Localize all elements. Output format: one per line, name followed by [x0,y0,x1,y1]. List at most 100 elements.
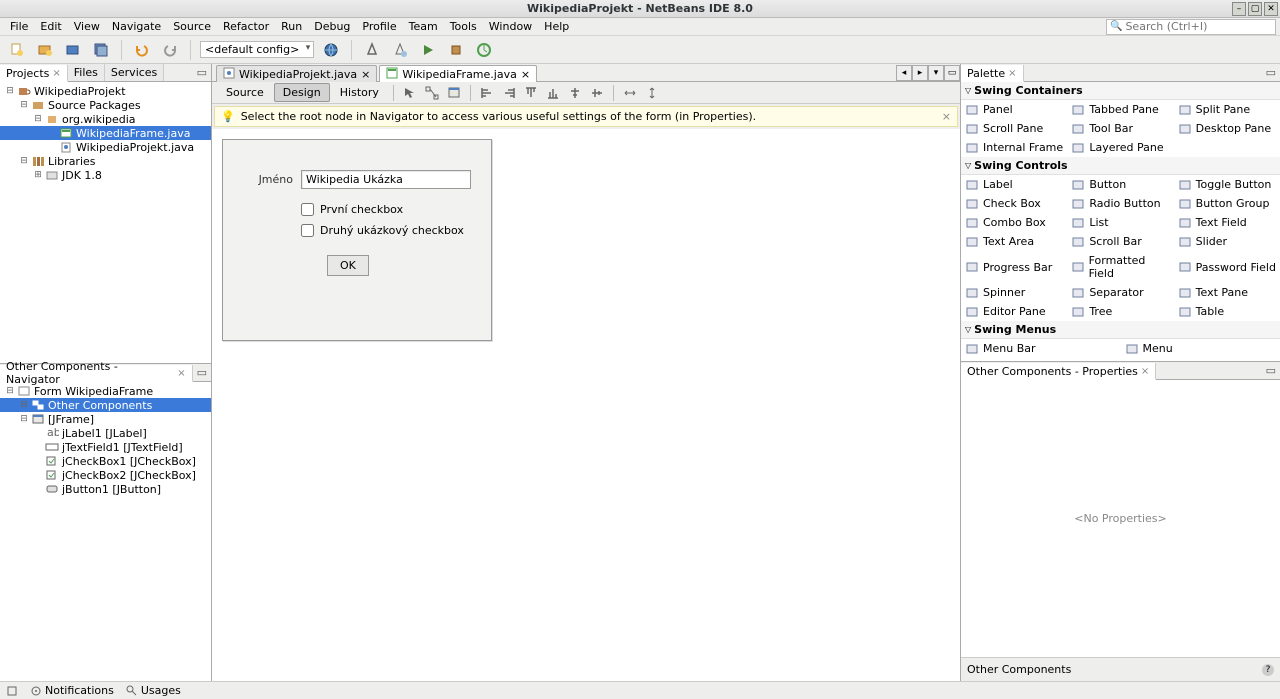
close-icon[interactable]: × [361,68,370,81]
palette-item[interactable]: Slider [1174,232,1280,251]
nav-jframe[interactable]: ⊟[JFrame] [0,412,211,426]
palette-item[interactable]: Editor Pane [961,302,1067,321]
undo-icon[interactable] [131,39,153,61]
nav-other-components[interactable]: ⊞Other Components [0,398,211,412]
tree-project-root[interactable]: ⊟WikipediaProjekt [0,84,211,98]
menu-run[interactable]: Run [275,18,308,35]
project-tree[interactable]: ⊟WikipediaProjekt ⊟Source Packages ⊟org.… [0,82,211,363]
minimize-panel-icon[interactable]: ▭ [1262,364,1280,377]
nav-max-icon[interactable]: ▭ [944,65,960,81]
menu-help[interactable]: Help [538,18,575,35]
tab-services[interactable]: Services [105,64,164,81]
preview-icon[interactable] [444,84,464,102]
tree-file-frame[interactable]: WikipediaFrame.java [0,126,211,140]
palette-item[interactable]: Scroll Pane [961,119,1067,138]
palette-item[interactable]: Split Pane [1174,100,1280,119]
minimize-button[interactable]: – [1232,2,1246,16]
close-hint-icon[interactable]: × [942,110,951,123]
palette-item[interactable]: Menu [1121,339,1280,358]
form-label[interactable]: Jméno [243,173,293,186]
design-canvas[interactable]: Jméno První checkbox Druhý ukázkový chec… [212,129,960,681]
nav-item[interactable]: jTextField1 [JTextField] [0,440,211,454]
editor-tab-frame[interactable]: WikipediaFrame.java× [379,65,537,82]
clean-build-icon[interactable] [389,39,411,61]
palette-item[interactable]: Radio Button [1067,194,1173,213]
nav-item[interactable]: jCheckBox2 [JCheckBox] [0,468,211,482]
palette-item[interactable]: Scroll Bar [1067,232,1173,251]
palette-section-menus[interactable]: ▽Swing Menus [961,321,1280,339]
menu-edit[interactable]: Edit [34,18,67,35]
align-top-icon[interactable] [521,84,541,102]
close-icon[interactable]: × [1141,366,1149,377]
palette-item[interactable]: Check Box [961,194,1067,213]
nav-next-icon[interactable]: ▸ [912,65,928,81]
tree-source-packages[interactable]: ⊟Source Packages [0,98,211,112]
tree-jdk[interactable]: ⊞JDK 1.8 [0,168,211,182]
checkbox-input[interactable] [301,224,314,237]
palette-section-controls[interactable]: ▽Swing Controls [961,157,1280,175]
selection-mode-icon[interactable] [400,84,420,102]
save-all-icon[interactable] [90,39,112,61]
global-search[interactable]: 🔍 [1106,19,1276,35]
close-icon[interactable]: × [52,68,60,79]
palette-item[interactable]: Progress Bar [961,251,1067,283]
palette-body[interactable]: ▽Swing Containers PanelTabbed PaneSplit … [961,82,1280,361]
align-bottom-icon[interactable] [543,84,563,102]
tab-properties[interactable]: Other Components - Properties× [961,363,1156,380]
form-checkbox-1[interactable]: První checkbox [301,203,471,216]
tree-package[interactable]: ⊟org.wikipedia [0,112,211,126]
close-icon[interactable]: × [177,368,185,379]
palette-section-containers[interactable]: ▽Swing Containers [961,82,1280,100]
palette-item[interactable]: Text Area [961,232,1067,251]
build-icon[interactable] [361,39,383,61]
open-project-icon[interactable] [62,39,84,61]
palette-item[interactable]: Tabbed Pane [1067,100,1173,119]
nav-item[interactable]: abjLabel1 [JLabel] [0,426,211,440]
nav-form[interactable]: ⊟Form WikipediaFrame [0,384,211,398]
palette-item[interactable]: Button Group [1174,194,1280,213]
debug-icon[interactable] [445,39,467,61]
menu-navigate[interactable]: Navigate [106,18,167,35]
tab-navigator[interactable]: Other Components - Navigator× [0,365,193,382]
status-insert[interactable] [6,685,18,697]
nav-list-icon[interactable]: ▾ [928,65,944,81]
align-right-icon[interactable] [499,84,519,102]
palette-item[interactable]: Panel [961,100,1067,119]
menu-team[interactable]: Team [403,18,444,35]
help-icon[interactable]: ? [1262,664,1274,676]
tab-source[interactable]: Source [218,84,272,101]
status-usages[interactable]: Usages [126,684,181,697]
nav-item[interactable]: jButton1 [JButton] [0,482,211,496]
menu-profile[interactable]: Profile [356,18,402,35]
palette-item[interactable]: Table [1174,302,1280,321]
menu-refactor[interactable]: Refactor [217,18,275,35]
globe-icon[interactable] [320,39,342,61]
nav-item[interactable]: jCheckBox1 [JCheckBox] [0,454,211,468]
close-button[interactable]: ✕ [1264,2,1278,16]
resize-h-icon[interactable] [620,84,640,102]
menu-view[interactable]: View [68,18,106,35]
menu-tools[interactable]: Tools [444,18,483,35]
resize-v-icon[interactable] [642,84,662,102]
palette-item[interactable]: Separator [1067,283,1173,302]
palette-item[interactable]: Toggle Button [1174,175,1280,194]
tab-files[interactable]: Files [68,64,105,81]
menu-window[interactable]: Window [483,18,538,35]
palette-item[interactable]: Formatted Field [1067,251,1173,283]
form-checkbox-2[interactable]: Druhý ukázkový checkbox [301,224,471,237]
palette-item[interactable]: Spinner [961,283,1067,302]
navigator-tree[interactable]: ⊟Form WikipediaFrame ⊞Other Components ⊟… [0,382,211,681]
form-preview[interactable]: Jméno První checkbox Druhý ukázkový chec… [222,139,492,341]
minimize-panel-icon[interactable]: ▭ [1262,66,1280,79]
redo-icon[interactable] [159,39,181,61]
palette-item[interactable]: Layered Pane [1067,138,1173,157]
run-icon[interactable] [417,39,439,61]
maximize-button[interactable]: ▢ [1248,2,1262,16]
tree-libraries[interactable]: ⊟Libraries [0,154,211,168]
tab-projects[interactable]: Projects× [0,65,68,82]
palette-item[interactable]: Combo Box [961,213,1067,232]
palette-item[interactable]: List [1067,213,1173,232]
palette-item[interactable]: Tree [1067,302,1173,321]
config-select[interactable]: <default config> [200,41,314,58]
menu-source[interactable]: Source [167,18,217,35]
